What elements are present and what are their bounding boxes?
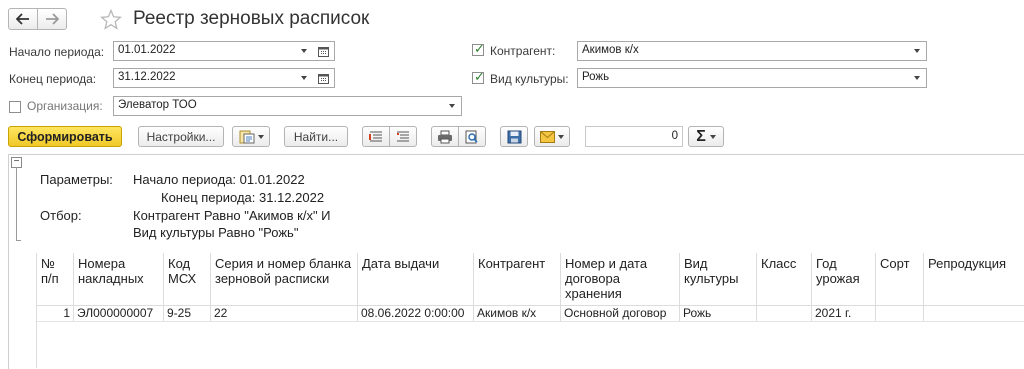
find-button[interactable]: Найти... — [284, 126, 348, 147]
expand-groups-icon — [369, 131, 382, 141]
period-end-calendar-button[interactable] — [313, 68, 335, 88]
chevron-down-icon — [257, 134, 264, 139]
period-end-input[interactable]: 31.12.2022 — [113, 68, 295, 88]
group-rail-line — [16, 167, 17, 241]
envelope-icon — [540, 130, 555, 143]
col-header-sort: Сорт — [876, 253, 924, 305]
preview-button[interactable] — [458, 126, 486, 147]
forward-button[interactable] — [37, 8, 67, 30]
organization-dropdown[interactable] — [442, 96, 462, 116]
chevron-down-icon — [300, 76, 307, 80]
calendar-icon — [318, 73, 329, 84]
table-cell-issue-date: 08.06.2022 0:00:00 — [358, 305, 474, 321]
checkmark-icon: ✓ — [474, 41, 485, 56]
crop-input[interactable]: Рожь — [577, 68, 908, 88]
period-end-dropdown[interactable] — [294, 68, 314, 88]
collapse-groups-icon — [397, 131, 409, 141]
table-cell-receipt-series: 22 — [211, 305, 358, 321]
collapse-groups-button[interactable] — [389, 126, 417, 147]
calendar-icon — [318, 46, 329, 57]
filter-line-2: Вид культуры Равно "Рожь" — [133, 225, 299, 240]
col-header-class: Класс — [757, 253, 812, 305]
col-header-reproduction: Репродукция — [928, 256, 1007, 271]
counterparty-checkbox[interactable]: ✓ — [472, 41, 485, 56]
send-email-button[interactable] — [534, 126, 570, 147]
star-outline-icon[interactable] — [100, 9, 122, 30]
back-button[interactable] — [8, 8, 38, 30]
params-period-start: Начало периода: 01.01.2022 — [133, 172, 305, 187]
filter-line-1: Контрагент Равно "Акимов к/х" И — [133, 208, 331, 223]
counterparty-dropdown[interactable] — [907, 41, 927, 61]
col-header-harvest-year: Год урожая — [812, 253, 876, 305]
col-header-contract: Номер и дата договора хранения — [561, 253, 680, 305]
chevron-down-icon — [448, 104, 455, 108]
printer-icon — [438, 130, 452, 143]
filter-label: Отбор: — [40, 208, 82, 223]
table-cell-msx-code: 9-25 — [164, 305, 211, 321]
organization-input[interactable]: Элеватор ТОО — [113, 96, 443, 116]
chevron-down-icon — [913, 49, 920, 53]
col-header-issue-date: Дата выдачи — [358, 253, 474, 305]
organization-checkbox[interactable] — [9, 101, 21, 113]
generate-button[interactable]: Сформировать — [8, 126, 122, 147]
organization-label: Организация: — [27, 99, 103, 113]
report-variant-icon — [239, 130, 254, 143]
period-end-label: Конец периода: — [9, 72, 97, 86]
counterparty-label: Контрагент: — [490, 44, 556, 58]
chevron-down-icon — [913, 76, 920, 80]
period-start-calendar-button[interactable] — [313, 41, 335, 61]
params-label: Параметры: — [40, 172, 113, 187]
row-bottom-line — [37, 321, 1024, 322]
table-cell-invoices: ЭЛ000000007 — [74, 305, 164, 321]
table-cell-num: 1 — [37, 305, 74, 321]
table-cell-harvest-year: 2021 г. — [812, 305, 876, 321]
table-cell-sort — [876, 305, 924, 321]
arrow-right-icon — [46, 13, 59, 25]
variant-menu-button[interactable] — [232, 126, 270, 147]
checkmark-icon: ✓ — [474, 69, 485, 84]
arrow-left-icon — [16, 13, 29, 25]
group-rail-end — [16, 240, 21, 241]
col-header-num: № п/п — [37, 253, 74, 305]
table-cell-class — [757, 305, 812, 321]
chevron-down-icon — [709, 134, 716, 139]
crop-dropdown[interactable] — [907, 68, 927, 88]
expand-groups-button[interactable] — [362, 126, 390, 147]
crop-label: Вид культуры: — [490, 72, 569, 86]
counterparty-input[interactable]: Акимов к/х — [577, 41, 908, 61]
table-cell-reproduction — [924, 305, 1024, 321]
sigma-icon: Σ — [696, 127, 706, 145]
col-header-receipt-series: Серия и номер бланка зерновой расписки — [211, 253, 358, 305]
chevron-down-icon — [558, 134, 564, 139]
params-period-end: Конец периода: 31.12.2022 — [161, 190, 325, 205]
col-header-msx-code: Код МСХ — [164, 253, 211, 305]
sum-mode-button[interactable]: Σ — [688, 126, 724, 147]
print-button[interactable] — [431, 126, 459, 147]
save-button[interactable] — [500, 126, 528, 147]
col-header-invoices: Номера накладных — [74, 253, 164, 305]
period-start-dropdown[interactable] — [294, 41, 314, 61]
table-cell-contract: Основной договор — [561, 305, 680, 321]
page-title: Реестр зерновых расписок — [133, 8, 370, 29]
table-cell-crop: Рожь — [680, 305, 757, 321]
period-start-input[interactable]: 01.01.2022 — [113, 41, 295, 61]
sum-value-field[interactable]: 0 — [585, 126, 683, 147]
crop-checkbox[interactable]: ✓ — [472, 69, 485, 84]
table-cell-counterparty: Акимов к/х — [474, 305, 561, 321]
period-start-label: Начало периода: — [9, 45, 105, 59]
chevron-down-icon — [300, 49, 307, 53]
settings-button[interactable]: Настройки... — [138, 126, 224, 147]
col-header-crop: Вид культуры — [680, 253, 757, 305]
floppy-disk-icon — [507, 130, 521, 143]
col-header-counterparty: Контрагент — [474, 253, 561, 305]
print-preview-icon — [465, 130, 478, 143]
